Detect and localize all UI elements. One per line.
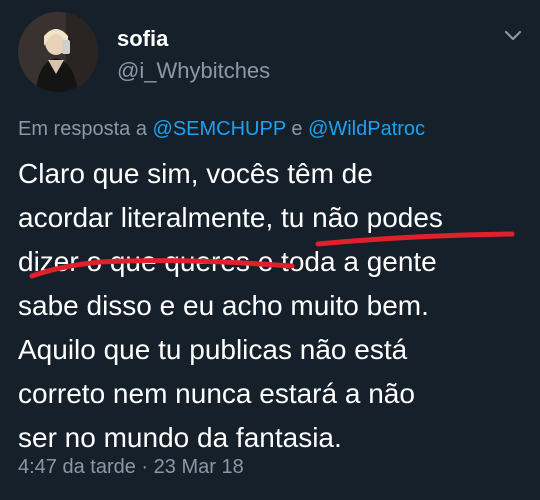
- display-name[interactable]: sofia: [117, 26, 168, 52]
- tweet-text: Claro que sim, vocês têm de acordar lite…: [18, 152, 528, 460]
- tweet-text-line: dizer o que queres e toda a gente: [18, 246, 437, 277]
- tweet-text-line: Aquilo que tu publicas não está: [18, 334, 408, 365]
- tweet-text-line: correto nem nunca estará a não: [18, 378, 415, 409]
- tweet-text-line: Claro que sim, vocês têm de: [18, 158, 373, 189]
- reply-conjunction: e: [291, 118, 303, 140]
- profile-photo-icon: [18, 12, 98, 92]
- chevron-down-icon[interactable]: [504, 28, 522, 42]
- mention-link-2[interactable]: @WildPatroc: [308, 118, 425, 140]
- timestamp[interactable]: 4:47 da tarde · 23 Mar 18: [18, 456, 244, 479]
- tweet-text-line: acordar literalmente, tu não podes: [18, 202, 443, 233]
- avatar[interactable]: [18, 12, 98, 92]
- tweet-card: sofia @i_Whybitches Em resposta a @SEMCH…: [0, 0, 540, 500]
- reply-prefix: Em resposta a: [18, 118, 147, 140]
- tweet-text-line: sabe disso e eu acho muito bem.: [18, 290, 429, 321]
- reply-context: Em resposta a @SEMCHUPP e @WildPatroc: [18, 118, 425, 141]
- user-handle[interactable]: @i_Whybitches: [117, 58, 270, 84]
- tweet-text-line: ser no mundo da fantasia.: [18, 422, 342, 453]
- mention-link-1[interactable]: @SEMCHUPP: [153, 118, 286, 140]
